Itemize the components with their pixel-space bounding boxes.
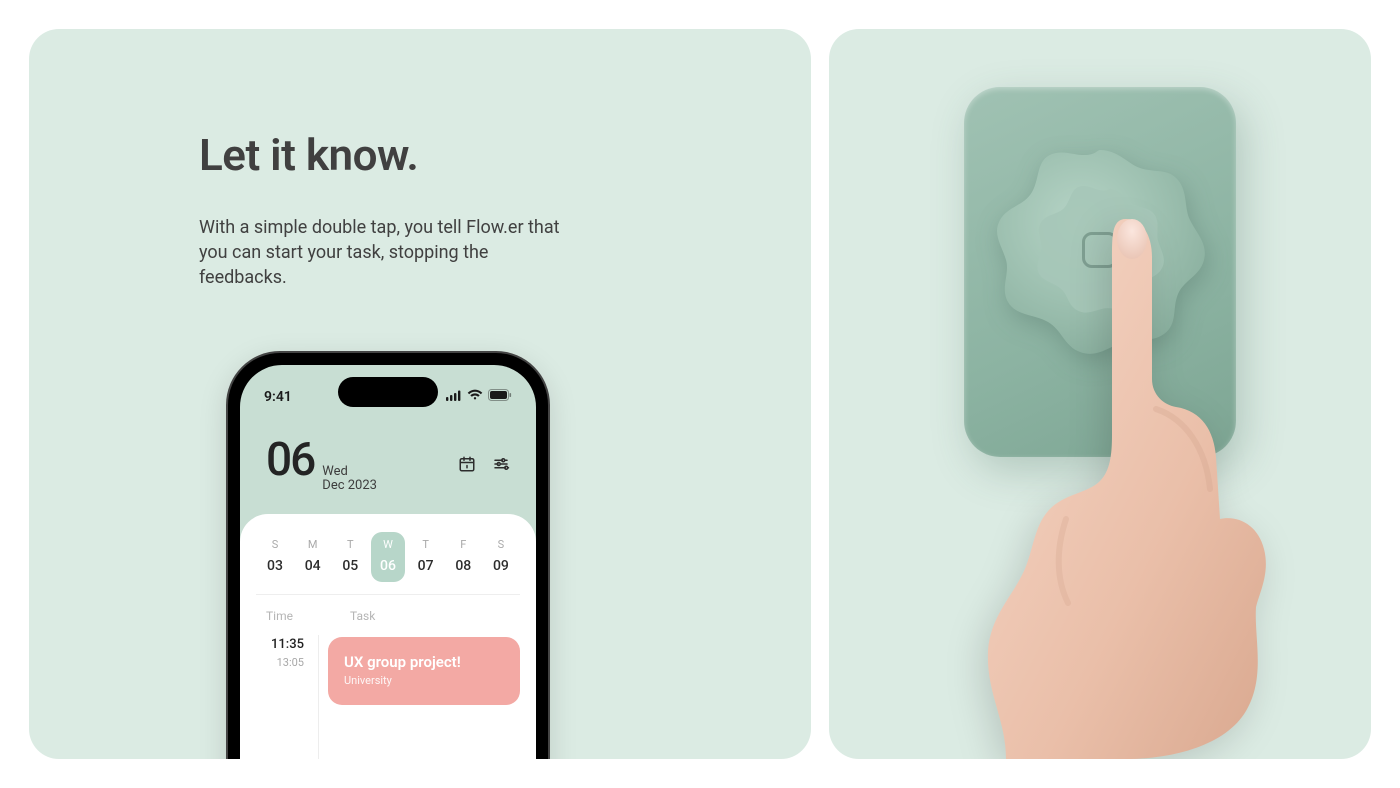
schedule-sheet: S 03 M 04 T 05 W 06 T 07 F 08 S 09 Time Task 11:35 13:… [240,514,536,759]
signal-icon [446,389,462,405]
status-time: 9:41 [264,389,292,405]
day-cell[interactable]: S 03 [258,532,292,582]
day-of-week-label: F [446,538,480,551]
day-number: 04 [305,558,321,574]
day-number: 06 [380,558,396,574]
day-of-week-label: M [296,538,330,551]
day-cell[interactable]: M 04 [296,532,330,582]
day-of-week-label: W [371,538,405,551]
month-year-label: Dec 2023 [322,479,377,493]
day-number: 07 [418,558,434,574]
task-start-time: 11:35 [256,637,304,652]
column-header-task: Task [350,609,375,623]
weekday-label: Wed [322,465,377,479]
marketing-panel-left: Let it know. With a simple double tap, y… [29,29,811,759]
marketing-panel-right [829,29,1371,759]
task-card[interactable]: UX group project! University [328,637,520,705]
headline: Let it know. [199,129,741,181]
day-number: 08 [455,558,471,574]
day-cell[interactable]: W 06 [371,532,405,582]
day-number: 03 [267,558,283,574]
day-number: 05 [342,558,358,574]
day-cell[interactable]: F 08 [446,532,480,582]
week-row: S 03 M 04 T 05 W 06 T 07 F 08 S 09 [256,532,520,595]
dynamic-island [338,377,438,407]
phone-mockup: 9:41 [228,353,548,759]
wifi-icon [467,389,483,405]
day-cell[interactable]: S 09 [484,532,518,582]
battery-icon [488,389,512,405]
timeline: 11:35 13:05 UX group project! University13:… [256,637,520,759]
day-of-week-label: T [333,538,367,551]
day-number: 09 [493,558,509,574]
calendar-icon[interactable] [458,455,476,477]
task-end-time: 13:05 [256,656,304,669]
day-of-week-label: S [258,538,292,551]
day-cell[interactable]: T 05 [333,532,367,582]
timeline-divider [318,635,319,759]
big-day-number: 06 [266,433,314,487]
task-slot: 11:35 13:05 UX group project! University [256,637,520,705]
task-title: UX group project! [344,653,504,671]
day-cell[interactable]: T 07 [409,532,443,582]
column-header-time: Time [266,609,310,623]
task-subtitle: University [344,674,504,687]
day-of-week-label: S [484,538,518,551]
day-of-week-label: T [409,538,443,551]
date-block: 06 Wed Dec 2023 [266,433,377,500]
hand-illustration [916,199,1316,759]
subheadline: With a simple double tap, you tell Flow.… [199,215,579,291]
sliders-icon[interactable] [492,455,510,477]
